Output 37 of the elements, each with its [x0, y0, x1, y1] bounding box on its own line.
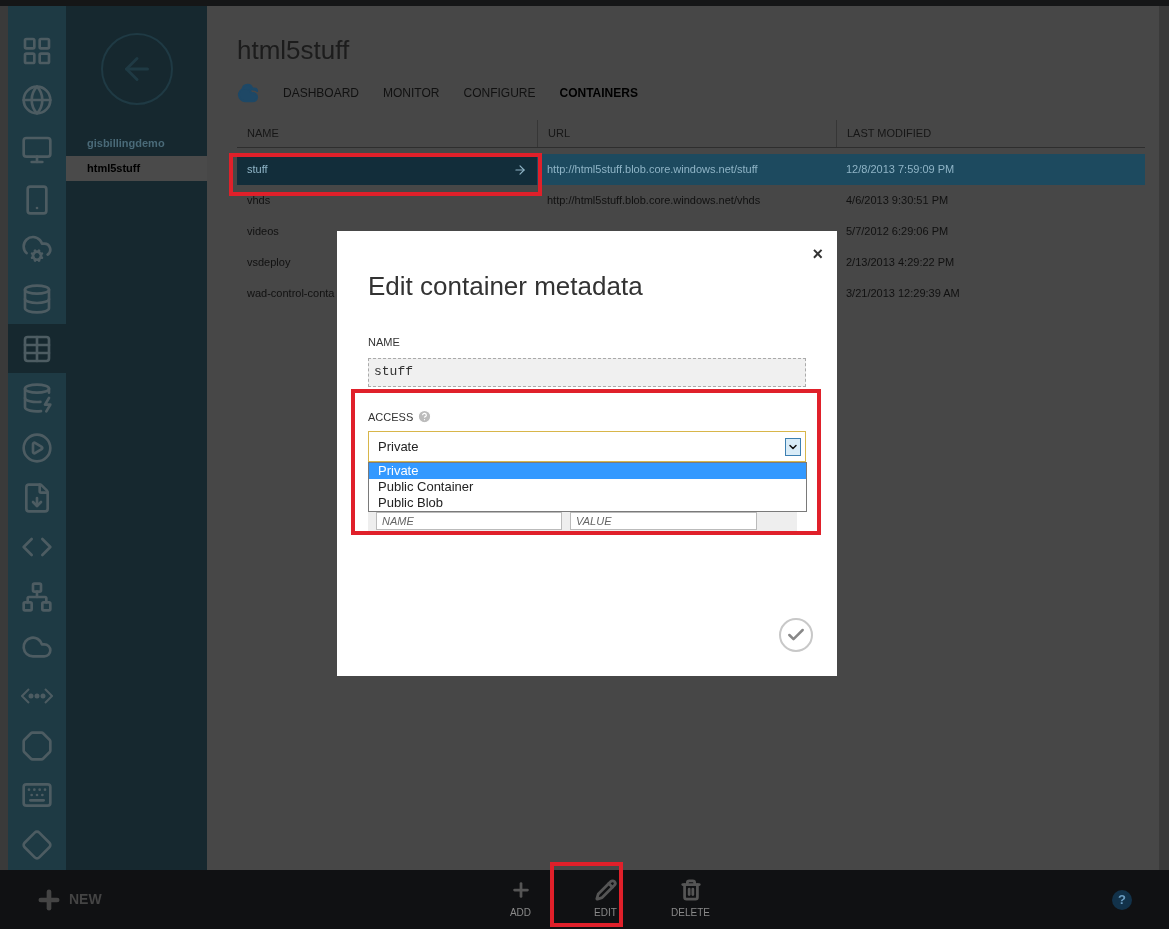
diamond-icon: [21, 829, 53, 862]
help-button[interactable]: ?: [1112, 890, 1132, 910]
close-button[interactable]: ×: [812, 241, 823, 268]
field-label: NAME: [368, 335, 401, 350]
play-icon: [21, 431, 53, 464]
confirm-button[interactable]: [779, 618, 813, 652]
trash-icon: [679, 879, 702, 901]
table-cell-text: stuff: [247, 162, 268, 178]
network-icon: [21, 580, 53, 613]
cloud-icon: [237, 82, 259, 104]
dropdown-option[interactable]: Private: [369, 463, 806, 479]
subnav-item[interactable]: html5stuff: [66, 156, 207, 181]
command-button[interactable]: DELETE: [648, 870, 733, 929]
pencil-icon: [594, 879, 617, 901]
database-icon: [21, 283, 53, 315]
rail-item[interactable]: [8, 323, 66, 374]
command-button[interactable]: EDIT: [563, 870, 648, 929]
database-bolt-icon: [21, 382, 53, 415]
table-cell: 12/8/2013 7:59:09 PM: [846, 163, 955, 176]
command-button[interactable]: ADD: [478, 870, 563, 929]
table-row[interactable]: stuff http://html5stuff.blob.core.windows.net/stuff 12/8/2013 7:59:09 PM: [237, 154, 1145, 185]
dropdown-option[interactable]: Public Blob: [369, 495, 806, 511]
dropdown-option[interactable]: Public Container: [369, 479, 806, 495]
angle-brackets-dots-icon: [21, 688, 53, 705]
table-cell: http://html5stuff.blob.core.windows.net/stuff: [547, 163, 758, 176]
arrow-right-icon: [513, 162, 527, 177]
globe-icon: [21, 84, 53, 117]
octagon-icon: [21, 729, 53, 762]
dialog-title: Edit container metadata: [368, 270, 644, 303]
field-label: ACCESS: [368, 409, 414, 425]
metadata-value-field[interactable]: VALUE: [570, 512, 757, 530]
metadata-name-field[interactable]: NAME: [376, 512, 562, 530]
subnav-item[interactable]: gisbillingdemo: [66, 131, 207, 156]
help-icon[interactable]: [417, 409, 433, 425]
access-select[interactable]: Private: [368, 431, 806, 462]
name-field: stuff: [368, 357, 806, 387]
tab[interactable]: CONTAINERS: [559, 84, 638, 102]
